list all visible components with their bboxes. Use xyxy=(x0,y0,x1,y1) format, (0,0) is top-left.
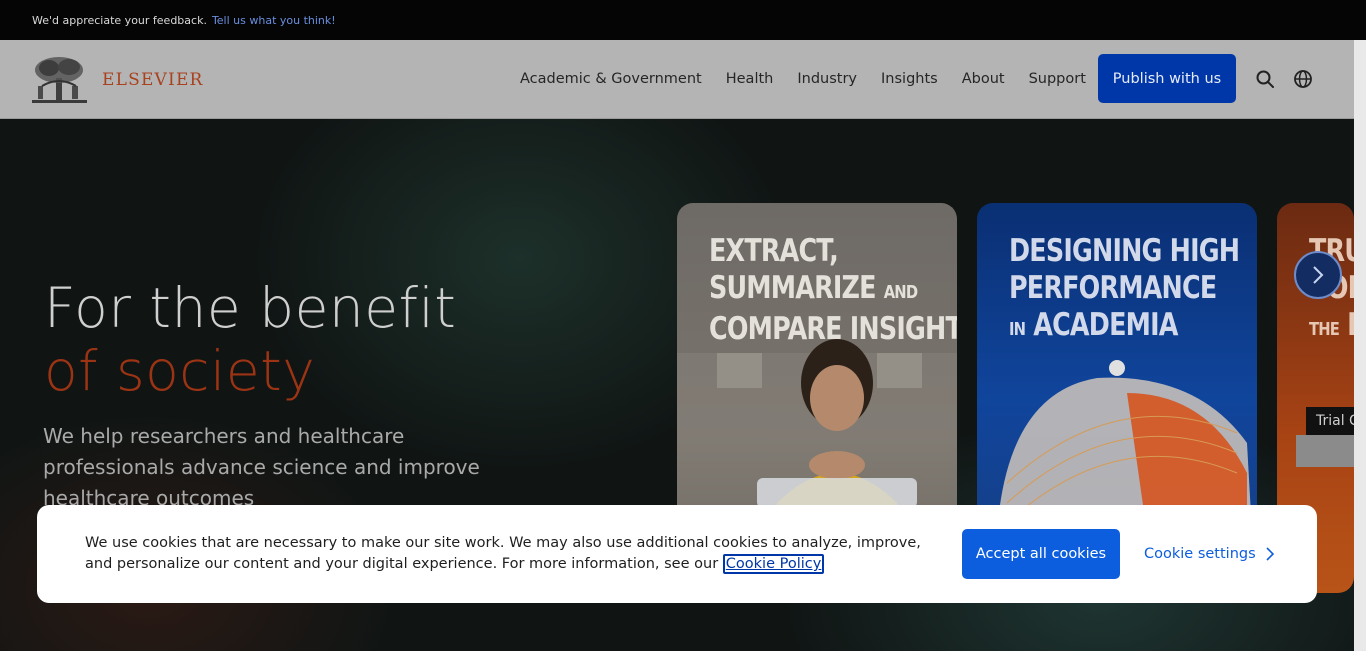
chevron-right-icon xyxy=(1313,266,1324,284)
nav-support[interactable]: Support xyxy=(1029,71,1086,87)
feedback-text: We'd appreciate your feedback. xyxy=(32,13,207,27)
nav-academic-government[interactable]: Academic & Government xyxy=(520,71,702,87)
nav-insights[interactable]: Insights xyxy=(881,71,938,87)
hero-title-line2: of society xyxy=(44,339,316,403)
brand-wordmark: ELSEVIER xyxy=(102,70,204,90)
globe-icon[interactable] xyxy=(1293,69,1313,89)
cookie-settings-button[interactable]: Cookie settings xyxy=(1144,529,1275,579)
trial-tag: Trial C xyxy=(1306,407,1354,435)
cookie-message: We use cookies that are necessary to mak… xyxy=(85,533,935,575)
publish-with-us-button[interactable]: Publish with us xyxy=(1098,54,1236,103)
feedback-bar: We'd appreciate your feedback. Tell us w… xyxy=(0,0,1366,40)
card-footer-strip xyxy=(1296,435,1354,467)
site-header: ELSEVIER Academic & Government Health In… xyxy=(0,40,1354,119)
chevron-right-icon xyxy=(1266,547,1274,561)
cookie-policy-link[interactable]: Cookie Policy xyxy=(722,554,825,574)
elsevier-logo[interactable]: ELSEVIER xyxy=(32,56,204,104)
nav-health[interactable]: Health xyxy=(726,71,774,87)
carousel-next-button[interactable] xyxy=(1294,251,1342,299)
cookie-settings-label: Cookie settings xyxy=(1144,546,1256,562)
hero-title-line1: For the benefit xyxy=(44,276,457,340)
main-nav: Academic & Government Health Industry In… xyxy=(508,66,1098,92)
nav-industry[interactable]: Industry xyxy=(797,71,857,87)
page-scrollbar[interactable] xyxy=(1354,40,1366,651)
hero-subtitle: We help researchers and healthcare profe… xyxy=(43,424,480,510)
feedback-link[interactable]: Tell us what you think! xyxy=(212,14,336,27)
accept-all-cookies-button[interactable]: Accept all cookies xyxy=(962,529,1120,579)
hero-title: For the benefit of society xyxy=(44,277,456,403)
tree-logo-icon xyxy=(32,57,87,103)
nav-about[interactable]: About xyxy=(962,71,1005,87)
cookie-banner: We use cookies that are necessary to mak… xyxy=(37,505,1317,603)
search-icon[interactable] xyxy=(1255,69,1275,89)
